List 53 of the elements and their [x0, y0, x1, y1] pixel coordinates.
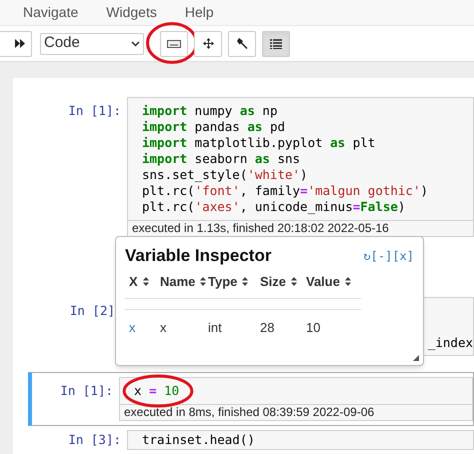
table-cell-text: x	[160, 318, 168, 336]
code-line: plt.rc('font', family='malgun gothic')	[142, 183, 428, 199]
code-line: sns.set_style('white')	[142, 167, 308, 183]
toolbar-button[interactable]	[194, 30, 222, 56]
code-line: plt.rc('axes', unicode_minus=False)	[142, 199, 406, 215]
fast-forward-icon	[15, 39, 26, 48]
toolbar-button[interactable]	[262, 30, 290, 56]
list-icon	[270, 38, 282, 48]
code-line: import seaborn as sns	[142, 151, 300, 167]
panel-controls-link[interactable]: ↻[-][x]	[363, 245, 414, 265]
column-header[interactable]: Size	[260, 272, 306, 292]
keyboard-icon	[167, 40, 181, 48]
code-line: _index	[428, 335, 473, 351]
code-line: x = 10	[134, 383, 180, 399]
menu-item[interactable]: Navigate	[23, 2, 78, 23]
column-header[interactable]: Name	[160, 272, 208, 292]
table-cell-text: int	[208, 318, 223, 336]
table-cell-text: 10	[306, 318, 322, 336]
table-cell[interactable]: x	[129, 318, 160, 337]
sort-icon	[142, 277, 149, 286]
table-cell-text: 28	[260, 318, 276, 336]
notebook-cell[interactable]: In [3]: trainset.head()	[32, 430, 474, 450]
code-line: import matplotlib.pyplot as plt	[142, 135, 376, 151]
cell-prompt: In [3]:	[67, 431, 122, 449]
execution-info: executed in 8ms, finished 08:39:59 2022-09-06	[119, 405, 473, 421]
sort-icon	[344, 277, 351, 286]
code-line: import pandas as pd	[142, 119, 286, 135]
cell-prompt: In [1]:	[67, 102, 122, 120]
cell-type-dropdown[interactable]: Code	[40, 32, 144, 54]
execution-info: executed in 1.13s, finished 20:18:02 2022-05-16	[127, 221, 474, 237]
toolbar-button[interactable]	[0, 30, 32, 56]
code-line: import numpy as np	[142, 103, 278, 119]
column-header[interactable]: X	[129, 272, 160, 292]
notebook-cell[interactable]: In [1]: x = 10 executed in 8ms, finished 08:39:59 2022-09-06	[28, 372, 474, 426]
panel-title: Variable Inspector	[125, 245, 272, 267]
menu-item[interactable]: Widgets	[106, 2, 157, 23]
menu-item[interactable]: Help	[184, 2, 214, 23]
code-input[interactable]: import numpy as np import pandas as pd import matplotlib.pyplot as plt import seaborn as sns sns.set_style('white') plt.rc('font', family='malgun gothic') plt.rc('axes', unicode_minus=False)	[127, 97, 474, 221]
cell-prompt: In [2]	[68, 302, 116, 320]
cell-prompt: In [1]:	[59, 382, 114, 400]
move-icon	[202, 38, 214, 49]
toolbar-button[interactable]	[228, 30, 256, 56]
wrench-icon	[236, 38, 248, 49]
column-header[interactable]: Value	[306, 272, 366, 292]
sort-icon	[200, 277, 206, 286]
toolbar-button[interactable]	[160, 30, 188, 56]
code-input[interactable]: x = 10	[119, 377, 473, 405]
sort-icon	[291, 277, 298, 286]
code-line: trainset.head()	[142, 432, 255, 448]
chevron-down-icon	[131, 40, 140, 46]
sort-icon	[242, 277, 248, 286]
code-input[interactable]: trainset.head()	[127, 430, 474, 450]
column-header[interactable]: Type	[208, 272, 260, 292]
